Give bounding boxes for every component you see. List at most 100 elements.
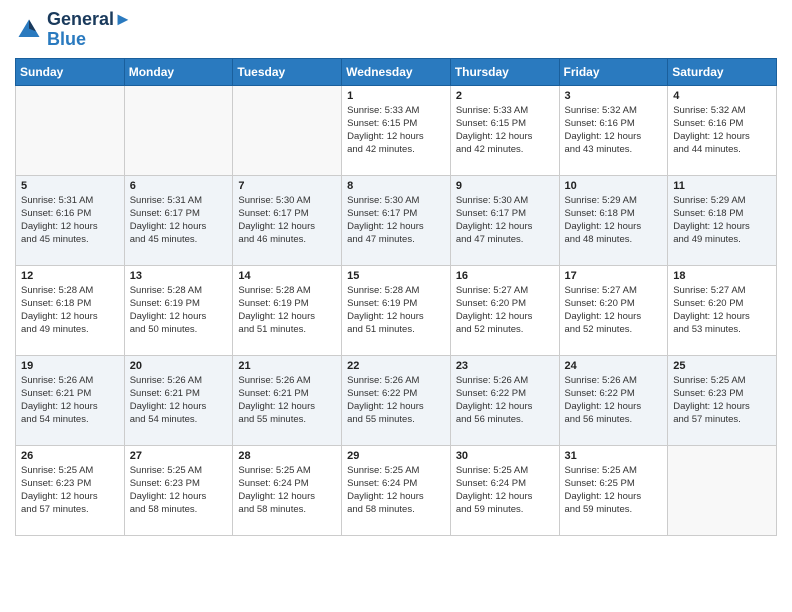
day-info: Sunrise: 5:26 AMSunset: 6:22 PMDaylight:… [565, 374, 663, 427]
day-info: Sunrise: 5:25 AMSunset: 6:24 PMDaylight:… [347, 464, 445, 517]
day-info: Sunrise: 5:27 AMSunset: 6:20 PMDaylight:… [565, 284, 663, 337]
calendar-cell: 24 Sunrise: 5:26 AMSunset: 6:22 PMDayligh… [559, 355, 668, 445]
calendar-cell: 13 Sunrise: 5:28 AMSunset: 6:19 PMDayligh… [124, 265, 233, 355]
day-number: 12 [21, 270, 119, 282]
day-info: Sunrise: 5:26 AMSunset: 6:21 PMDaylight:… [21, 374, 119, 427]
day-info: Sunrise: 5:32 AMSunset: 6:16 PMDaylight:… [565, 104, 663, 157]
calendar-cell: 23 Sunrise: 5:26 AMSunset: 6:22 PMDayligh… [450, 355, 559, 445]
logo-icon [15, 16, 43, 44]
calendar-cell: 14 Sunrise: 5:28 AMSunset: 6:19 PMDayligh… [233, 265, 342, 355]
day-number: 24 [565, 360, 663, 372]
calendar-cell: 21 Sunrise: 5:26 AMSunset: 6:21 PMDayligh… [233, 355, 342, 445]
day-info: Sunrise: 5:33 AMSunset: 6:15 PMDaylight:… [456, 104, 554, 157]
calendar-cell: 17Sunrise: 5:27 AMSunset: 6:20 PMDayligh… [559, 265, 668, 355]
day-number: 2 [456, 90, 554, 102]
day-info: Sunrise: 5:29 AMSunset: 6:18 PMDaylight:… [673, 194, 771, 247]
calendar-cell [668, 445, 777, 535]
calendar-cell: 7Sunrise: 5:30 AMSunset: 6:17 PMDaylight… [233, 175, 342, 265]
day-info: Sunrise: 5:28 AMSunset: 6:19 PMDaylight:… [130, 284, 228, 337]
calendar-week-row: 12 Sunrise: 5:28 AMSunset: 6:18 PMDayligh… [16, 265, 777, 355]
day-number: 22 [347, 360, 445, 372]
day-info: Sunrise: 5:31 AMSunset: 6:17 PMDaylight:… [130, 194, 228, 247]
day-number: 29 [347, 450, 445, 462]
calendar-cell: 4 Sunrise: 5:32 AMSunset: 6:16 PMDaylight… [668, 85, 777, 175]
calendar-cell: 20 Sunrise: 5:26 AMSunset: 6:21 PMDayligh… [124, 355, 233, 445]
day-info: Sunrise: 5:26 AMSunset: 6:22 PMDaylight:… [456, 374, 554, 427]
calendar-cell: 5 Sunrise: 5:31 AMSunset: 6:16 PMDaylight… [16, 175, 125, 265]
day-info: Sunrise: 5:25 AMSunset: 6:23 PMDaylight:… [673, 374, 771, 427]
day-number: 18 [673, 270, 771, 282]
day-number: 6 [130, 180, 228, 192]
day-number: 26 [21, 450, 119, 462]
day-info: Sunrise: 5:30 AMSunset: 6:17 PMDaylight:… [238, 194, 336, 247]
day-number: 3 [565, 90, 663, 102]
day-info: Sunrise: 5:26 AMSunset: 6:21 PMDaylight:… [238, 374, 336, 427]
calendar-cell: 6 Sunrise: 5:31 AMSunset: 6:17 PMDaylight… [124, 175, 233, 265]
day-info: Sunrise: 5:28 AMSunset: 6:19 PMDaylight:… [238, 284, 336, 337]
calendar-week-row: 26 Sunrise: 5:25 AMSunset: 6:23 PMDayligh… [16, 445, 777, 535]
day-info: Sunrise: 5:30 AMSunset: 6:17 PMDaylight:… [456, 194, 554, 247]
day-number: 14 [238, 270, 336, 282]
calendar-cell: 2 Sunrise: 5:33 AMSunset: 6:15 PMDaylight… [450, 85, 559, 175]
calendar-cell: 3 Sunrise: 5:32 AMSunset: 6:16 PMDaylight… [559, 85, 668, 175]
weekday-header: Thursday [450, 58, 559, 85]
day-info: Sunrise: 5:32 AMSunset: 6:16 PMDaylight:… [673, 104, 771, 157]
calendar-cell: 12 Sunrise: 5:28 AMSunset: 6:18 PMDayligh… [16, 265, 125, 355]
day-info: Sunrise: 5:30 AMSunset: 6:17 PMDaylight:… [347, 194, 445, 247]
calendar-cell: 16 Sunrise: 5:27 AMSunset: 6:20 PMDayligh… [450, 265, 559, 355]
day-number: 28 [238, 450, 336, 462]
day-info: Sunrise: 5:27 AMSunset: 6:20 PMDaylight:… [456, 284, 554, 337]
page-header: General► Blue [15, 10, 777, 50]
day-info: Sunrise: 5:25 AMSunset: 6:23 PMDaylight:… [21, 464, 119, 517]
day-number: 25 [673, 360, 771, 372]
day-number: 27 [130, 450, 228, 462]
day-info: Sunrise: 5:29 AMSunset: 6:18 PMDaylight:… [565, 194, 663, 247]
calendar-week-row: 5 Sunrise: 5:31 AMSunset: 6:16 PMDaylight… [16, 175, 777, 265]
calendar-cell [16, 85, 125, 175]
day-number: 20 [130, 360, 228, 372]
calendar-cell: 18Sunrise: 5:27 AMSunset: 6:20 PMDayligh… [668, 265, 777, 355]
day-number: 21 [238, 360, 336, 372]
calendar-cell: 25 Sunrise: 5:25 AMSunset: 6:23 PMDayligh… [668, 355, 777, 445]
calendar-cell: 28 Sunrise: 5:25 AMSunset: 6:24 PMDayligh… [233, 445, 342, 535]
day-number: 31 [565, 450, 663, 462]
day-info: Sunrise: 5:33 AMSunset: 6:15 PMDaylight:… [347, 104, 445, 157]
calendar-cell: 10 Sunrise: 5:29 AMSunset: 6:18 PMDayligh… [559, 175, 668, 265]
calendar-cell: 8 Sunrise: 5:30 AMSunset: 6:17 PMDaylight… [342, 175, 451, 265]
weekday-header-row: SundayMondayTuesdayWednesdayThursdayFrid… [16, 58, 777, 85]
day-info: Sunrise: 5:26 AMSunset: 6:22 PMDaylight:… [347, 374, 445, 427]
day-number: 23 [456, 360, 554, 372]
calendar-cell: 15Sunrise: 5:28 AMSunset: 6:19 PMDayligh… [342, 265, 451, 355]
day-number: 15 [347, 270, 445, 282]
calendar-cell: 1 Sunrise: 5:33 AMSunset: 6:15 PMDaylight… [342, 85, 451, 175]
calendar-week-row: 1 Sunrise: 5:33 AMSunset: 6:15 PMDaylight… [16, 85, 777, 175]
calendar-cell [233, 85, 342, 175]
weekday-header: Tuesday [233, 58, 342, 85]
calendar-table: SundayMondayTuesdayWednesdayThursdayFrid… [15, 58, 777, 536]
day-info: Sunrise: 5:26 AMSunset: 6:21 PMDaylight:… [130, 374, 228, 427]
day-info: Sunrise: 5:31 AMSunset: 6:16 PMDaylight:… [21, 194, 119, 247]
weekday-header: Sunday [16, 58, 125, 85]
calendar-cell: 27Sunrise: 5:25 AMSunset: 6:23 PMDayligh… [124, 445, 233, 535]
day-number: 19 [21, 360, 119, 372]
day-number: 16 [456, 270, 554, 282]
day-info: Sunrise: 5:28 AMSunset: 6:18 PMDaylight:… [21, 284, 119, 337]
day-number: 9 [456, 180, 554, 192]
day-number: 4 [673, 90, 771, 102]
day-number: 13 [130, 270, 228, 282]
weekday-header: Saturday [668, 58, 777, 85]
logo-text: General► Blue [47, 10, 132, 50]
calendar-cell: 31Sunrise: 5:25 AMSunset: 6:25 PMDayligh… [559, 445, 668, 535]
day-info: Sunrise: 5:25 AMSunset: 6:24 PMDaylight:… [456, 464, 554, 517]
day-number: 8 [347, 180, 445, 192]
day-number: 30 [456, 450, 554, 462]
day-number: 5 [21, 180, 119, 192]
day-number: 1 [347, 90, 445, 102]
calendar-cell: 30 Sunrise: 5:25 AMSunset: 6:24 PMDayligh… [450, 445, 559, 535]
weekday-header: Wednesday [342, 58, 451, 85]
calendar-cell: 29 Sunrise: 5:25 AMSunset: 6:24 PMDayligh… [342, 445, 451, 535]
calendar-cell: 26 Sunrise: 5:25 AMSunset: 6:23 PMDayligh… [16, 445, 125, 535]
day-info: Sunrise: 5:25 AMSunset: 6:24 PMDaylight:… [238, 464, 336, 517]
day-number: 10 [565, 180, 663, 192]
calendar-week-row: 19 Sunrise: 5:26 AMSunset: 6:21 PMDayligh… [16, 355, 777, 445]
